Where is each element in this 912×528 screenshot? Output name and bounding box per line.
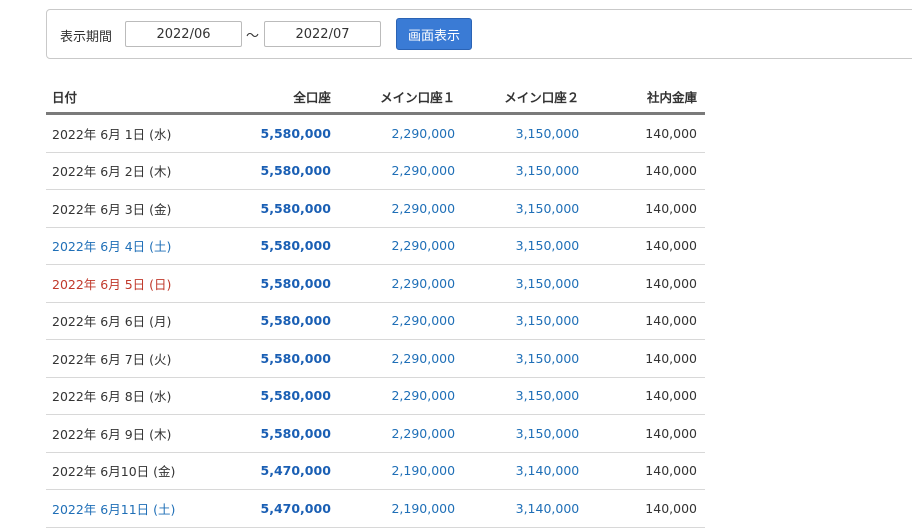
- row-main-account-2[interactable]: 3,150,000: [463, 414, 588, 453]
- row-main-account-2[interactable]: 3,150,000: [463, 377, 588, 415]
- header-date[interactable]: 日付: [46, 80, 224, 115]
- table-row: 2022年 6月11日 (土) 5,470,000 2,190,000 3,140,0…: [46, 489, 705, 528]
- period-filter-panel: 表示期間 〜 画面表示: [46, 9, 912, 59]
- row-main-account-1[interactable]: 2,290,000: [338, 189, 464, 228]
- row-total[interactable]: 5,580,000: [223, 152, 339, 190]
- row-office-safe: 140,000: [587, 113, 705, 153]
- row-date[interactable]: 2022年 6月 2日 (木): [46, 152, 224, 190]
- period-separator: 〜: [246, 29, 260, 44]
- row-main-account-2[interactable]: 3,150,000: [463, 339, 588, 378]
- row-date[interactable]: 2022年 6月 4日 (土): [46, 227, 224, 265]
- row-total[interactable]: 5,580,000: [223, 339, 339, 378]
- row-main-account-2[interactable]: 3,150,000: [463, 264, 588, 303]
- row-date[interactable]: 2022年 6月11日 (土): [46, 489, 224, 528]
- row-main-account-1[interactable]: 2,290,000: [338, 339, 464, 378]
- row-total[interactable]: 5,580,000: [223, 302, 339, 340]
- row-date[interactable]: 2022年 6月 6日 (月): [46, 302, 224, 340]
- row-main-account-2[interactable]: 3,150,000: [463, 152, 588, 190]
- row-main-account-2[interactable]: 3,140,000: [463, 452, 588, 490]
- table-row: 2022年 6月 1日 (水) 5,580,000 2,290,000 3,150,0…: [46, 113, 705, 153]
- row-date[interactable]: 2022年 6月 7日 (火): [46, 339, 224, 378]
- row-total[interactable]: 5,470,000: [223, 452, 339, 490]
- row-main-account-1[interactable]: 2,290,000: [338, 113, 464, 153]
- row-total[interactable]: 5,470,000: [223, 489, 339, 528]
- row-office-safe: 140,000: [587, 302, 705, 340]
- row-total[interactable]: 5,580,000: [223, 189, 339, 228]
- period-label: 表示期間: [60, 30, 113, 45]
- header-main-account-2[interactable]: メイン口座２: [463, 80, 588, 115]
- row-total[interactable]: 5,580,000: [223, 377, 339, 415]
- header-total[interactable]: 全口座: [223, 80, 339, 115]
- row-main-account-1[interactable]: 2,290,000: [338, 377, 464, 415]
- row-date[interactable]: 2022年 6月10日 (金): [46, 452, 224, 490]
- display-button[interactable]: 画面表示: [396, 18, 472, 50]
- row-total[interactable]: 5,580,000: [223, 113, 339, 153]
- header-office-safe[interactable]: 社内金庫: [587, 80, 705, 115]
- row-office-safe: 140,000: [587, 339, 705, 378]
- row-total[interactable]: 5,580,000: [223, 227, 339, 265]
- row-date[interactable]: 2022年 6月 8日 (水): [46, 377, 224, 415]
- row-total[interactable]: 5,580,000: [223, 264, 339, 303]
- row-date[interactable]: 2022年 6月 5日 (日): [46, 264, 224, 303]
- row-main-account-1[interactable]: 2,290,000: [338, 264, 464, 303]
- row-main-account-2[interactable]: 3,150,000: [463, 302, 588, 340]
- row-main-account-2[interactable]: 3,150,000: [463, 189, 588, 228]
- row-main-account-2[interactable]: 3,150,000: [463, 227, 588, 265]
- row-main-account-1[interactable]: 2,290,000: [338, 414, 464, 453]
- row-main-account-1[interactable]: 2,290,000: [338, 302, 464, 340]
- table-row: 2022年 6月 3日 (金) 5,580,000 2,290,000 3,150,0…: [46, 189, 705, 228]
- row-office-safe: 140,000: [587, 264, 705, 303]
- row-date[interactable]: 2022年 6月 1日 (水): [46, 113, 224, 153]
- period-from-input[interactable]: [125, 21, 242, 47]
- row-main-account-1[interactable]: 2,290,000: [338, 152, 464, 190]
- row-date[interactable]: 2022年 6月 3日 (金): [46, 189, 224, 228]
- row-office-safe: 140,000: [587, 452, 705, 490]
- table-row: 2022年 6月 2日 (木) 5,580,000 2,290,000 3,150,0…: [46, 152, 705, 190]
- table-row: 2022年 6月10日 (金) 5,470,000 2,190,000 3,140,0…: [46, 452, 705, 490]
- row-date[interactable]: 2022年 6月 9日 (木): [46, 414, 224, 453]
- period-to-input[interactable]: [264, 21, 381, 47]
- table-header-row: 日付 全口座 メイン口座１ メイン口座２ 社内金庫: [46, 80, 705, 115]
- table-row: 2022年 6月 7日 (火) 5,580,000 2,290,000 3,150,0…: [46, 339, 705, 378]
- row-office-safe: 140,000: [587, 489, 705, 528]
- row-office-safe: 140,000: [587, 152, 705, 190]
- row-total[interactable]: 5,580,000: [223, 414, 339, 453]
- row-office-safe: 140,000: [587, 227, 705, 265]
- table-row: 2022年 6月 8日 (水) 5,580,000 2,290,000 3,150,0…: [46, 377, 705, 415]
- row-main-account-1[interactable]: 2,190,000: [338, 489, 464, 528]
- row-main-account-1[interactable]: 2,290,000: [338, 227, 464, 265]
- table-row: 2022年 6月 9日 (木) 5,580,000 2,290,000 3,150,0…: [46, 414, 705, 453]
- row-main-account-2[interactable]: 3,150,000: [463, 113, 588, 153]
- row-office-safe: 140,000: [587, 414, 705, 453]
- row-main-account-1[interactable]: 2,190,000: [338, 452, 464, 490]
- row-office-safe: 140,000: [587, 377, 705, 415]
- table-row: 2022年 6月 6日 (月) 5,580,000 2,290,000 3,150,0…: [46, 302, 705, 340]
- table-row: 2022年 6月 4日 (土) 5,580,000 2,290,000 3,150,0…: [46, 227, 705, 265]
- header-main-account-1[interactable]: メイン口座１: [338, 80, 464, 115]
- table-row: 2022年 6月 5日 (日) 5,580,000 2,290,000 3,150,0…: [46, 264, 705, 303]
- row-main-account-2[interactable]: 3,140,000: [463, 489, 588, 528]
- row-office-safe: 140,000: [587, 189, 705, 228]
- balance-table: 日付 全口座 メイン口座１ メイン口座２ 社内金庫 2022年 6月 1日 (水…: [46, 80, 705, 528]
